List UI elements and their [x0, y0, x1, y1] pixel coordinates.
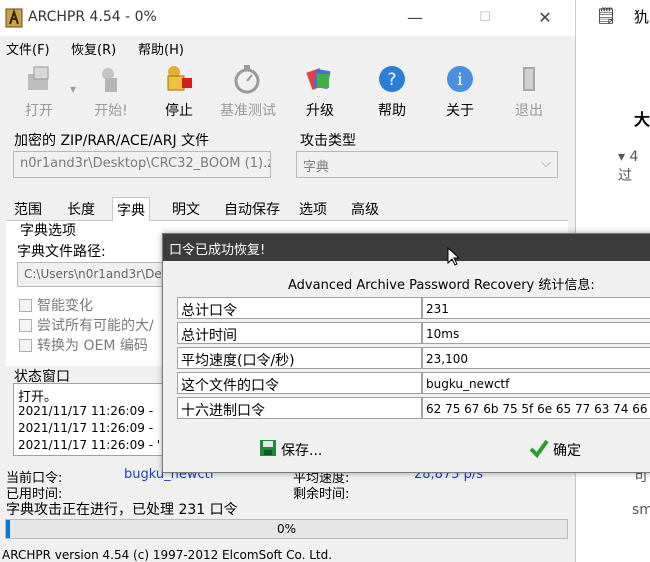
- open-label: 打开: [25, 103, 53, 119]
- stop-lock-icon: [167, 66, 192, 91]
- ok-label: 确定: [553, 443, 581, 459]
- stats-value: 231: [422, 297, 650, 319]
- upgrade-label: 升级: [306, 103, 334, 119]
- info-icon: i: [447, 66, 473, 92]
- tab-advanced[interactable]: 高级: [347, 197, 383, 221]
- dialog-heading: Advanced Archive Password Recovery 统计信息:: [288, 278, 595, 293]
- bg-text-fragment: sm: [632, 502, 650, 518]
- dialog-title-bar[interactable]: 口令已成功恢复!: [163, 234, 650, 261]
- checkbox-smart-mutation[interactable]: [19, 299, 32, 312]
- stop-label: 停止: [165, 103, 193, 119]
- benchmark-label: 基准测试: [220, 103, 276, 119]
- maximize-button[interactable]: ☐: [462, 0, 508, 36]
- status-line: 2021/11/17 11:26:09 -: [18, 404, 154, 418]
- attack-type-label: 攻击类型: [300, 133, 356, 149]
- encrypted-file-label: 加密的 ZIP/RAR/ACE/ARJ 文件: [14, 133, 210, 149]
- note-icon[interactable]: 🗒: [596, 6, 616, 25]
- stop-button[interactable]: 停止: [150, 62, 208, 122]
- dict-options-label: 字典选项: [20, 223, 76, 239]
- close-button[interactable]: ✕: [522, 0, 568, 36]
- tab-plaintext[interactable]: 明文: [168, 197, 204, 221]
- help-button[interactable]: ? 帮助: [363, 62, 421, 122]
- tab-length[interactable]: 长度: [63, 197, 99, 221]
- exit-button[interactable]: 退出: [500, 62, 558, 122]
- stats-value: 10ms: [422, 322, 650, 344]
- dialog-title: 口令已成功恢复!: [169, 243, 266, 258]
- progress-percent: 0%: [276, 522, 297, 536]
- stats-key: 这个文件的口令: [177, 372, 422, 394]
- svg-text:i: i: [457, 70, 463, 90]
- stats-value-password[interactable]: bugku_newctf: [422, 372, 650, 394]
- menu-help[interactable]: 帮助(H): [138, 39, 184, 58]
- stats-key: 十六进制口令: [177, 397, 422, 419]
- bg-text-fragment: ▾ 4过: [618, 149, 639, 184]
- mouse-cursor-icon: [447, 247, 459, 266]
- open-button[interactable]: 打开: [10, 62, 68, 122]
- save-button[interactable]: 保存...: [257, 436, 357, 462]
- exit-label: 退出: [515, 103, 543, 119]
- tab-range[interactable]: 范围: [10, 197, 46, 221]
- status-line: 2021/11/17 11:26:09 -: [18, 421, 154, 435]
- stats-value-hex[interactable]: 62 75 67 6b 75 5f 6e 65 77 63 74 66: [422, 397, 650, 419]
- stats-value: 23,100: [422, 347, 650, 369]
- open-dropdown-arrow[interactable]: ▾: [70, 82, 76, 96]
- stats-key: 总计时间: [177, 322, 422, 344]
- title-bar[interactable]: ARCHPR 4.54 - 0% — ☐ ✕: [0, 0, 575, 36]
- checkbox-try-all-case[interactable]: [19, 319, 32, 332]
- checkbox-oem-encoding-label: 转换为 OEM 编码: [37, 338, 148, 354]
- menu-recover[interactable]: 恢复(R): [71, 39, 116, 58]
- upgrade-button[interactable]: 升级: [291, 62, 349, 122]
- tab-dictionary[interactable]: 字典: [112, 197, 150, 221]
- start-label: 开始!: [94, 103, 128, 119]
- upgrade-icon: [306, 68, 331, 90]
- status-line: 2021/11/17 11:26:09 - ': [18, 438, 161, 452]
- bg-text-fragment: 大: [634, 110, 650, 129]
- stats-key: 总计口令: [177, 297, 422, 319]
- stats-key: 平均速度(口令/秒): [177, 347, 422, 369]
- exit-door-icon: [523, 67, 535, 91]
- progress-status-text: 字典攻击正在进行，已处理 231 口令: [6, 502, 238, 518]
- attack-type-select[interactable]: 字典 ⌵: [296, 151, 558, 178]
- footer-copyright: ARCHPR version 4.54 (c) 1997-2012 ElcomS…: [2, 548, 333, 562]
- tab-options[interactable]: 选项: [295, 197, 331, 221]
- about-label: 关于: [446, 103, 474, 119]
- ok-button[interactable]: 确定: [527, 436, 607, 462]
- encrypted-file-path[interactable]: n0r1and3r\Desktop\CRC32_BOOM (1).zip: [13, 151, 271, 178]
- attack-type-value: 字典: [303, 160, 330, 175]
- svg-text:?: ?: [387, 70, 396, 90]
- menu-file[interactable]: 文件(F): [6, 39, 50, 58]
- bg-text-fragment: 犰: [634, 8, 650, 26]
- menu-bar: 文件(F) 恢复(R) 帮助(H): [0, 36, 575, 58]
- checkmark-icon: [529, 439, 549, 458]
- save-disk-icon: [260, 440, 276, 456]
- password-recovered-dialog: 口令已成功恢复! Advanced Archive Password Recov…: [162, 233, 650, 473]
- minimize-button[interactable]: —: [392, 0, 438, 36]
- stopwatch-icon: [234, 65, 260, 94]
- progress-bar: 0%: [5, 519, 568, 539]
- status-line: 打开。: [18, 390, 58, 405]
- save-label: 保存...: [281, 443, 323, 459]
- checkbox-smart-mutation-label: 智能变化: [37, 298, 93, 314]
- dict-path-label: 字典文件路径:: [17, 244, 106, 260]
- benchmark-button[interactable]: 基准测试: [218, 62, 278, 122]
- help-label: 帮助: [378, 103, 406, 119]
- tab-autosave[interactable]: 自动保存: [220, 197, 284, 221]
- help-icon: ?: [379, 66, 405, 92]
- checkbox-try-all-case-label: 尝试所有可能的大/: [37, 318, 154, 334]
- start-icon: [102, 68, 117, 92]
- checkbox-oem-encoding[interactable]: [19, 339, 32, 352]
- app-icon: [5, 8, 23, 28]
- open-folder-icon: [28, 66, 49, 90]
- about-button[interactable]: i 关于: [431, 62, 489, 122]
- window-title: ARCHPR 4.54 - 0%: [28, 9, 157, 25]
- start-button[interactable]: 开始!: [82, 62, 140, 122]
- dict-path-field[interactable]: C:\Users\n0r1and3r\De: [17, 262, 177, 287]
- chevron-down-icon: ⌵: [541, 156, 551, 171]
- remaining-time-label: 剩余时间:: [293, 487, 350, 502]
